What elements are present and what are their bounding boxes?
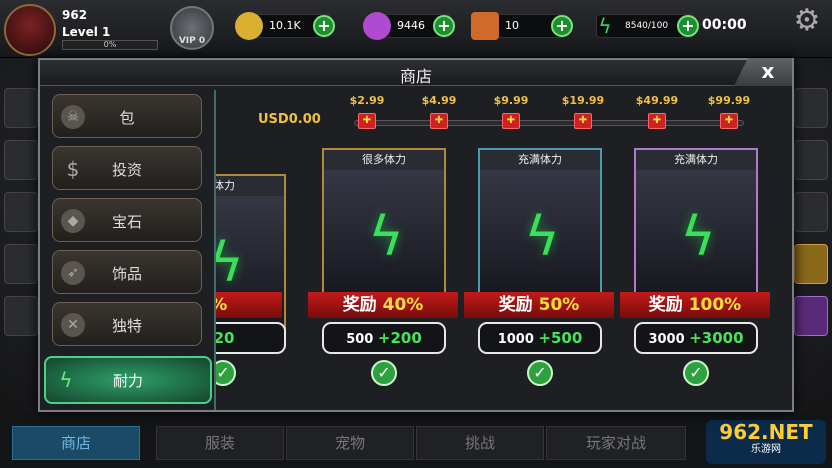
resource-ticket: 10 +: [471, 12, 573, 40]
tab-shop[interactable]: 商店: [12, 426, 140, 460]
menu-label-accessory: 饰品: [111, 265, 142, 283]
watermark-main: 962.NET: [719, 420, 813, 444]
card-0-bonus-value: 20%: [216, 295, 227, 315]
stamina-card-2[interactable]: 充满体力 ϟ: [478, 148, 602, 308]
resource-gold: 10.1K +: [235, 12, 335, 40]
check-icon: ✓: [371, 360, 397, 386]
resource-gem: 9446 +: [363, 12, 455, 40]
vip-label: VIP 0: [178, 36, 206, 46]
card-1-bonus: 奖励 40%: [308, 292, 458, 318]
gift-icon[interactable]: [794, 244, 828, 284]
side-icon-right-1[interactable]: [794, 88, 828, 128]
card-2-title: 充满体力: [480, 150, 600, 170]
stamina-card-1[interactable]: 很多体力 ϟ: [322, 148, 446, 308]
tab-costume[interactable]: 服装: [156, 426, 284, 460]
stamina-value: 8540/100: [625, 21, 669, 31]
card-1-base: 500: [346, 332, 374, 347]
watermark-logo: 962.NET 乐游网: [706, 420, 826, 464]
lightning-icon: ϟ: [680, 205, 716, 268]
check-icon: ✓: [216, 360, 236, 386]
check-icon: ✓: [683, 360, 709, 386]
card-2-base: 1000: [497, 332, 534, 347]
menu-label-invest: 投资: [111, 161, 142, 179]
menu-label-gem: 宝石: [111, 213, 142, 231]
side-icon-left-4[interactable]: [4, 244, 38, 284]
card-2-bonus-value: 50%: [538, 295, 580, 315]
resource-stamina: ϟ 8540/100 +: [596, 14, 699, 38]
menu-item-accessory[interactable]: ➶ 饰品: [52, 250, 202, 294]
side-icon-right-3[interactable]: [794, 192, 828, 232]
shop-dialog: 商店 x ☠ 包 $ 投资 ◆ 宝石 ➶ 饰品 ✕ 独特 ϟ 耐力 USD0.0…: [38, 58, 794, 412]
gem-value: 9446: [397, 19, 425, 32]
stamina-card-3[interactable]: 充满体力 ϟ: [634, 148, 758, 308]
vip-badge[interactable]: VIP 0: [170, 6, 214, 50]
menu-item-unique[interactable]: ✕ 独特: [52, 302, 202, 346]
stamina-timer: 00:00: [702, 17, 747, 33]
side-icon-right-5[interactable]: [794, 296, 828, 336]
card-2-bonus: 奖励 50%: [464, 292, 614, 318]
dialog-title-bar: 商店 x: [40, 58, 792, 86]
card-0-extra: 20: [216, 329, 235, 347]
card-1-title: 很多体力: [324, 150, 444, 170]
dialog-title: 商店: [399, 67, 432, 86]
gem-icon: [363, 12, 391, 40]
xp-bar: 0%: [62, 40, 158, 50]
menu-item-gem[interactable]: ◆ 宝石: [52, 198, 202, 242]
shop-category-menu: ☠ 包 $ 投资 ◆ 宝石 ➶ 饰品 ✕ 独特 ϟ 耐力: [42, 90, 216, 410]
side-icon-left-2[interactable]: [4, 140, 38, 180]
lightning-icon: ϟ: [524, 205, 560, 268]
lightning-icon: ϟ: [368, 205, 404, 268]
add-gold-button[interactable]: +: [313, 15, 335, 37]
gold-value: 10.1K: [269, 19, 301, 32]
menu-label-bag: 包: [119, 109, 135, 127]
card-0-title: 体力: [216, 176, 284, 196]
side-icon-left-3[interactable]: [4, 192, 38, 232]
card-1-bonus-value: 40%: [382, 295, 424, 315]
stamina-icon: ϟ: [598, 14, 612, 38]
card-3-bonus-value: 100%: [688, 295, 742, 315]
card-1-bonus-prefix: 奖励: [342, 295, 377, 315]
card-3-bonus-prefix: 奖励: [648, 295, 683, 315]
menu-item-stamina[interactable]: ϟ 耐力: [44, 356, 212, 404]
player-avatar[interactable]: [4, 4, 56, 56]
side-icon-left-5[interactable]: [4, 296, 38, 336]
card-2-bonus-prefix: 奖励: [498, 295, 533, 315]
card-3-extra: +3000: [689, 329, 744, 347]
card-0-bonus: 20%: [216, 292, 282, 318]
card-3-bonus: 奖励 100%: [620, 292, 770, 318]
top-bar: 962 Level 1 0% VIP 0 10.1K + 9446 + 10 +…: [0, 0, 832, 58]
card-3-title: 充满体力: [636, 150, 756, 170]
add-stamina-button[interactable]: +: [677, 15, 699, 37]
side-icon-left-1[interactable]: [4, 88, 38, 128]
menu-item-invest[interactable]: $ 投资: [52, 146, 202, 190]
card-3-amount[interactable]: 3000 +3000: [634, 322, 758, 354]
stamina-cards-scroller[interactable]: 体力 ϟ 20% 20 ✓ 很多体力 ϟ 奖励 40% 500 +200 ✓ 充…: [216, 86, 794, 412]
player-level: Level 1: [62, 25, 111, 39]
tab-pet[interactable]: 宠物: [286, 426, 414, 460]
gear-icon[interactable]: ⚙: [790, 4, 824, 38]
watermark-sub: 乐游网: [751, 444, 781, 455]
gold-icon: [235, 12, 263, 40]
ticket-icon: [471, 12, 499, 40]
tab-pvp[interactable]: 玩家对战: [546, 426, 686, 460]
add-ticket-button[interactable]: +: [551, 15, 573, 37]
check-icon: ✓: [527, 360, 553, 386]
player-coins: 962: [62, 8, 88, 22]
menu-label-stamina: 耐力: [112, 372, 143, 390]
menu-label-unique: 独特: [111, 317, 142, 335]
lightning-icon: ϟ: [216, 231, 244, 294]
side-icon-right-2[interactable]: [794, 140, 828, 180]
card-1-extra: +200: [377, 329, 422, 347]
menu-item-bag[interactable]: ☠ 包: [52, 94, 202, 138]
card-2-amount[interactable]: 1000 +500: [478, 322, 602, 354]
tab-challenge[interactable]: 挑战: [416, 426, 544, 460]
card-0-amount[interactable]: 20: [216, 322, 286, 354]
card-2-extra: +500: [538, 329, 583, 347]
ticket-value: 10: [505, 19, 519, 32]
add-gem-button[interactable]: +: [433, 15, 455, 37]
card-1-amount[interactable]: 500 +200: [322, 322, 446, 354]
card-3-base: 3000: [648, 332, 685, 347]
